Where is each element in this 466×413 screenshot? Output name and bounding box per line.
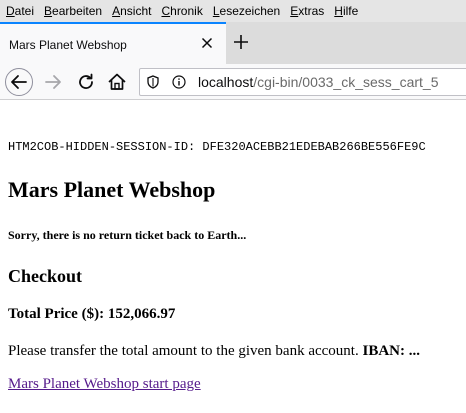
url-bar[interactable]: localhost/cgi-bin/0033_ck_sess_cart_5 <box>139 68 466 96</box>
menu-ansicht[interactable]: Ansicht <box>107 0 156 22</box>
page-subtitle: Sorry, there is no return ticket back to… <box>8 228 247 242</box>
shield-icon[interactable] <box>146 75 160 89</box>
home-button[interactable] <box>104 69 130 95</box>
tab-bar: Mars Planet Webshop <box>0 22 466 64</box>
reload-icon <box>79 73 93 89</box>
close-icon[interactable] <box>199 35 215 51</box>
page-title: Mars Planet Webshop <box>8 177 216 202</box>
menu-datei[interactable]: Datei <box>0 0 39 22</box>
iban-label: IBAN: ... <box>362 343 420 359</box>
session-id-line: HTM2COB-HIDDEN-SESSION-ID: DFE320ACEBB21… <box>8 140 426 154</box>
page-content: HTM2COB-HIDDEN-SESSION-ID: DFE320ACEBB21… <box>0 100 466 413</box>
menu-chronik[interactable]: Chronik <box>156 0 207 22</box>
arrow-right-icon <box>45 75 61 89</box>
navigation-toolbar: localhost/cgi-bin/0033_ck_sess_cart_5 <box>0 64 466 100</box>
checkout-heading: Checkout <box>8 266 83 286</box>
forward-button[interactable] <box>40 69 66 95</box>
info-icon[interactable] <box>172 75 186 89</box>
transfer-text: Please transfer the total amount to the … <box>8 343 363 359</box>
url-host: localhost <box>198 74 254 90</box>
menu-lesezeichen[interactable]: Lesezeichen <box>208 0 285 22</box>
home-icon <box>108 73 126 90</box>
transfer-instructions: Please transfer the total amount to the … <box>8 343 420 360</box>
plus-icon[interactable] <box>232 33 250 51</box>
back-button[interactable] <box>5 68 33 96</box>
tab-mars-planet-webshop[interactable]: Mars Planet Webshop <box>0 22 226 64</box>
menu-bar: Datei Bearbeiten Ansicht Chronik Lesezei… <box>0 0 466 22</box>
url-text: localhost/cgi-bin/0033_ck_sess_cart_5 <box>198 74 439 90</box>
menu-extras[interactable]: Extras <box>285 0 329 22</box>
tab-title: Mars Planet Webshop <box>9 38 127 52</box>
total-price: Total Price ($): 152,066.97 <box>8 306 176 322</box>
reload-button[interactable] <box>73 69 99 95</box>
menu-bearbeiten[interactable]: Bearbeiten <box>39 0 107 22</box>
start-page-link[interactable]: Mars Planet Webshop start page <box>8 376 201 393</box>
menu-hilfe[interactable]: Hilfe <box>329 0 363 22</box>
url-path: /cgi-bin/0033_ck_sess_cart_5 <box>253 74 439 90</box>
arrow-left-icon <box>11 75 27 89</box>
